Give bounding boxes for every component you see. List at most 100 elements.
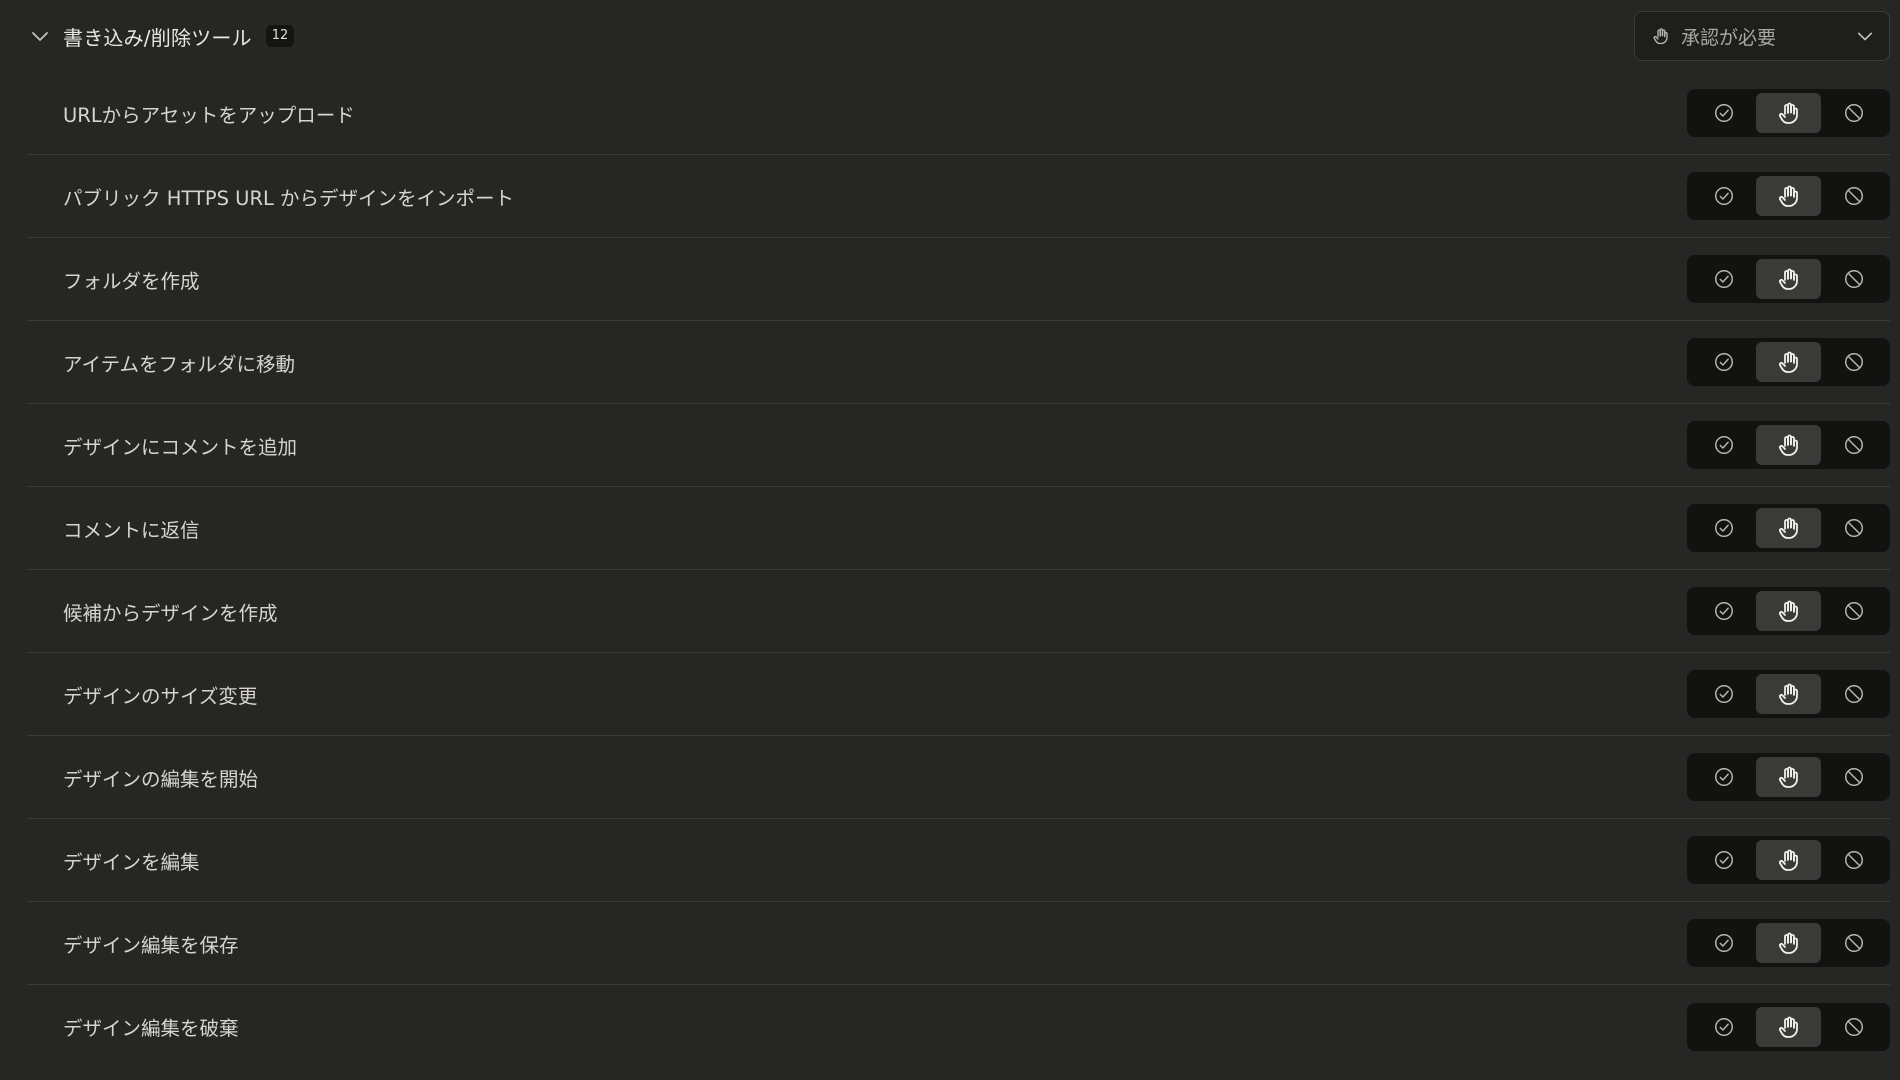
permission-segmented-control xyxy=(1687,587,1890,635)
hand-icon xyxy=(1777,931,1801,955)
hand-icon xyxy=(1777,682,1801,706)
block-icon xyxy=(1843,683,1865,705)
check-circle-icon xyxy=(1713,185,1735,207)
allow-button[interactable] xyxy=(1691,674,1756,714)
tool-label: アイテムをフォルダに移動 xyxy=(63,352,296,376)
tool-label: デザイン編集を破棄 xyxy=(63,1017,239,1040)
tool-row: アイテムをフォルダに移動 xyxy=(27,321,1890,404)
approval-button[interactable] xyxy=(1756,840,1821,880)
tool-row: URLからアセットをアップロード xyxy=(27,72,1890,155)
hand-icon xyxy=(1777,599,1801,623)
block-button[interactable] xyxy=(1821,840,1886,880)
tool-row: デザイン編集を保存 xyxy=(27,902,1890,985)
permission-segmented-control xyxy=(1687,255,1890,303)
tool-label: デザインの編集を開始 xyxy=(63,767,259,791)
block-button[interactable] xyxy=(1821,674,1886,714)
allow-button[interactable] xyxy=(1691,176,1756,216)
block-button[interactable] xyxy=(1821,176,1886,216)
allow-button[interactable] xyxy=(1691,757,1756,797)
approval-button[interactable] xyxy=(1756,93,1821,133)
hand-icon xyxy=(1777,1015,1801,1039)
permission-segmented-control xyxy=(1687,172,1890,220)
allow-button[interactable] xyxy=(1691,508,1756,548)
hand-icon xyxy=(1651,26,1671,46)
hand-icon xyxy=(1777,267,1801,291)
check-circle-icon xyxy=(1713,268,1735,290)
check-circle-icon xyxy=(1713,517,1735,539)
approval-button[interactable] xyxy=(1756,425,1821,465)
block-icon xyxy=(1843,517,1865,539)
approval-button[interactable] xyxy=(1756,591,1821,631)
permission-segmented-control xyxy=(1687,753,1890,801)
check-circle-icon xyxy=(1713,434,1735,456)
allow-button[interactable] xyxy=(1691,93,1756,133)
permission-segmented-control xyxy=(1687,1002,1890,1051)
block-button[interactable] xyxy=(1821,1007,1886,1047)
hand-icon xyxy=(1777,433,1801,457)
tool-row: 候補からデザインを作成 xyxy=(27,570,1890,653)
allow-button[interactable] xyxy=(1691,342,1756,382)
check-circle-icon xyxy=(1713,932,1735,954)
tool-row: デザインにコメントを追加 xyxy=(27,404,1890,487)
tool-label: デザインを編集 xyxy=(63,850,200,874)
approval-button[interactable] xyxy=(1756,342,1821,382)
tool-list: URLからアセットをアップロード パブリック HTTPS URL からデザインを… xyxy=(27,72,1890,1068)
block-button[interactable] xyxy=(1821,591,1886,631)
hand-icon xyxy=(1777,101,1801,125)
allow-button[interactable] xyxy=(1691,591,1756,631)
count-badge: 12 xyxy=(265,25,295,47)
hand-icon xyxy=(1777,184,1801,208)
check-circle-icon xyxy=(1713,766,1735,788)
approval-button[interactable] xyxy=(1756,923,1821,963)
block-icon xyxy=(1843,1016,1865,1038)
allow-button[interactable] xyxy=(1691,923,1756,963)
block-button[interactable] xyxy=(1821,93,1886,133)
check-circle-icon xyxy=(1713,1016,1735,1038)
permission-segmented-control xyxy=(1687,504,1890,552)
approval-label: 承認が必要 xyxy=(1681,26,1777,49)
allow-button[interactable] xyxy=(1691,1007,1756,1047)
approval-button[interactable] xyxy=(1756,1006,1821,1047)
tool-row: コメントに返信 xyxy=(27,487,1890,570)
check-circle-icon xyxy=(1713,849,1735,871)
tool-row: パブリック HTTPS URL からデザインをインポート xyxy=(27,155,1890,238)
block-button[interactable] xyxy=(1821,425,1886,465)
collapse-chevron-icon[interactable] xyxy=(27,23,53,49)
section-header: 書き込み/削除ツール 12 承認が必要 xyxy=(27,0,1890,72)
permission-segmented-control xyxy=(1687,919,1890,967)
tool-label: URLからアセットをアップロード xyxy=(63,103,355,127)
chevron-down-icon xyxy=(1855,26,1875,46)
block-icon xyxy=(1843,268,1865,290)
block-button[interactable] xyxy=(1821,923,1886,963)
approval-dropdown[interactable]: 承認が必要 xyxy=(1634,11,1890,61)
approval-button[interactable] xyxy=(1756,176,1821,216)
block-icon xyxy=(1843,766,1865,788)
permission-segmented-control xyxy=(1687,338,1890,386)
tool-row: デザインのサイズ変更 xyxy=(27,653,1890,736)
tool-row: デザインを編集 xyxy=(27,819,1890,902)
approval-button[interactable] xyxy=(1756,508,1821,548)
approval-button[interactable] xyxy=(1756,259,1821,299)
permission-segmented-control xyxy=(1687,421,1890,469)
allow-button[interactable] xyxy=(1691,425,1756,465)
block-button[interactable] xyxy=(1821,259,1886,299)
tool-label: 候補からデザインを作成 xyxy=(63,601,278,625)
approval-button[interactable] xyxy=(1756,757,1821,797)
tool-label: コメントに返信 xyxy=(63,518,200,542)
check-circle-icon xyxy=(1713,102,1735,124)
block-button[interactable] xyxy=(1821,342,1886,382)
block-icon xyxy=(1843,351,1865,373)
hand-icon xyxy=(1777,765,1801,789)
approval-button[interactable] xyxy=(1756,674,1821,714)
permission-segmented-control xyxy=(1687,670,1890,718)
tool-label: デザインのサイズ変更 xyxy=(63,684,258,708)
check-circle-icon xyxy=(1713,351,1735,373)
permission-segmented-control xyxy=(1687,836,1890,884)
block-button[interactable] xyxy=(1821,508,1886,548)
block-button[interactable] xyxy=(1821,757,1886,797)
hand-icon xyxy=(1777,848,1801,872)
allow-button[interactable] xyxy=(1691,259,1756,299)
allow-button[interactable] xyxy=(1691,840,1756,880)
block-icon xyxy=(1843,600,1865,622)
tool-label: パブリック HTTPS URL からデザインをインポート xyxy=(63,186,515,210)
